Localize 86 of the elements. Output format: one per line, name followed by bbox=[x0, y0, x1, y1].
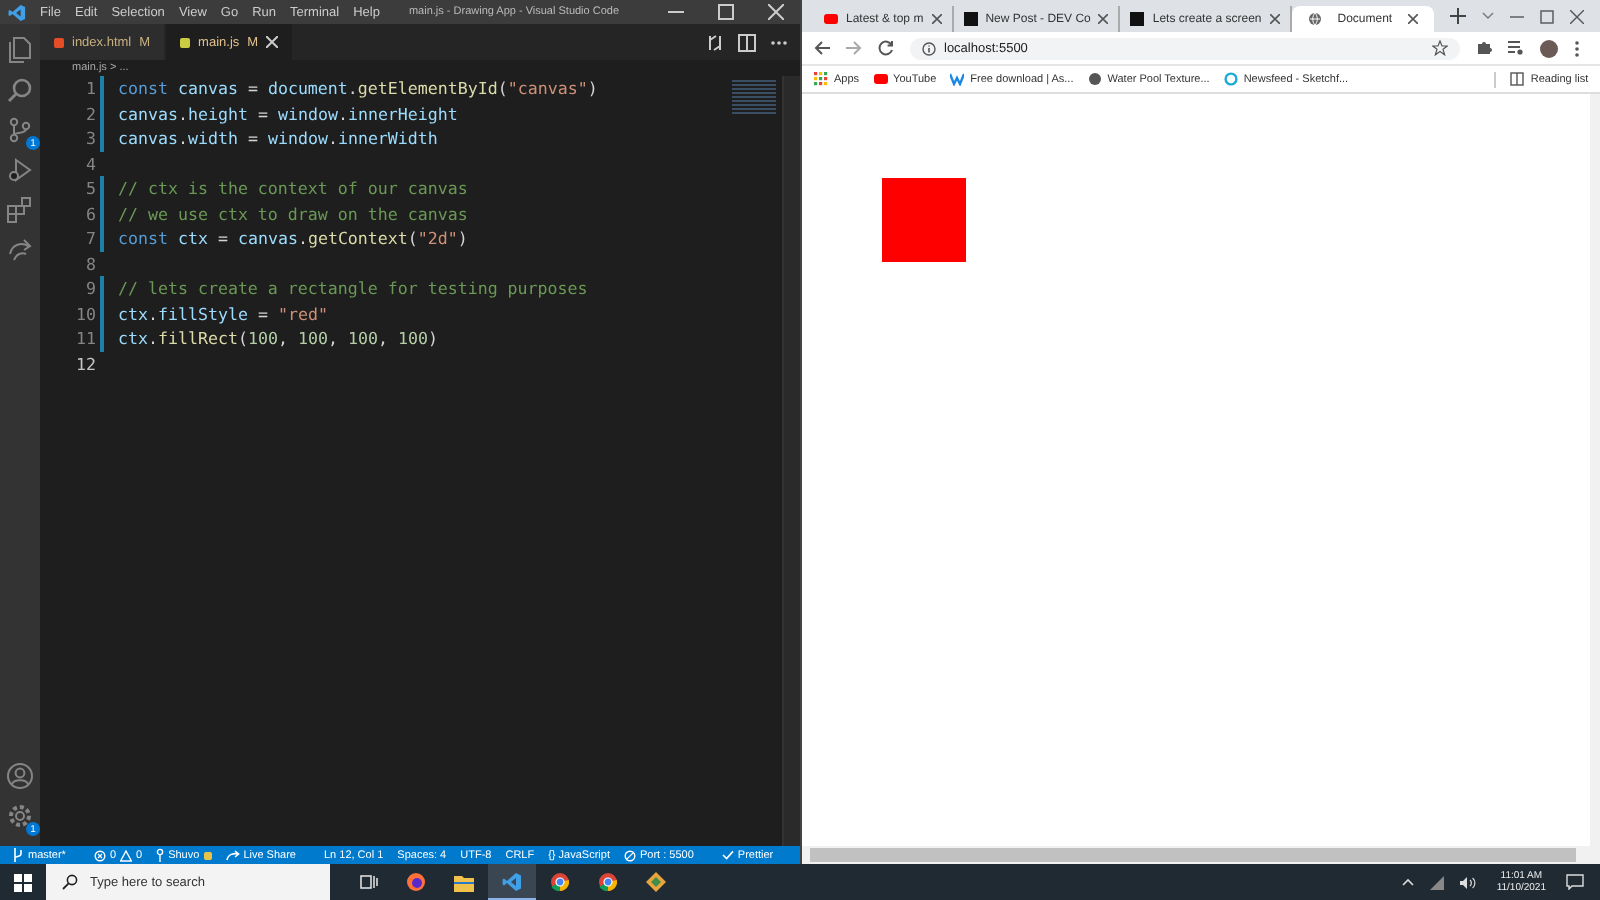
info-icon[interactable] bbox=[922, 41, 936, 55]
diamond-app-icon[interactable] bbox=[646, 872, 666, 892]
play-logo-icon bbox=[824, 14, 838, 24]
filled-square bbox=[882, 178, 966, 262]
line-number: 7 bbox=[84, 228, 96, 249]
file-type-icon bbox=[54, 37, 64, 47]
line-number: 6 bbox=[84, 203, 96, 224]
line-number: 1 bbox=[84, 78, 96, 99]
avatar[interactable] bbox=[1540, 39, 1559, 57]
volume-icon[interactable] bbox=[1460, 875, 1477, 889]
compare-icon[interactable] bbox=[706, 33, 724, 51]
line-number: 12 bbox=[74, 353, 96, 374]
code-line: // ctx is the context of our canvas bbox=[118, 178, 468, 199]
close-icon[interactable] bbox=[1408, 14, 1419, 24]
scrollbar[interactable] bbox=[802, 846, 1600, 864]
split-editor-icon[interactable] bbox=[738, 33, 756, 51]
globe-icon bbox=[1087, 72, 1102, 86]
network-icon[interactable] bbox=[1430, 875, 1445, 889]
pin-icon bbox=[156, 848, 165, 862]
settings-icon[interactable] bbox=[6, 802, 34, 830]
site-logo-icon bbox=[963, 12, 978, 26]
code-line: const canvas = document.getElementById("canvas") bbox=[118, 78, 598, 99]
search-icon[interactable] bbox=[6, 76, 34, 104]
code-line: canvas.width = window.innerWidth bbox=[118, 128, 438, 149]
caret-icon[interactable] bbox=[1402, 878, 1415, 886]
grid-icon bbox=[814, 72, 828, 86]
w-logo-icon bbox=[950, 72, 965, 86]
round-browser-icon[interactable] bbox=[550, 872, 570, 892]
reload-icon[interactable] bbox=[878, 40, 894, 56]
error-icon bbox=[93, 849, 106, 861]
close-icon[interactable] bbox=[1269, 14, 1280, 24]
close-icon[interactable] bbox=[1098, 14, 1109, 24]
task-view-icon[interactable] bbox=[360, 874, 378, 890]
fox-browser-icon[interactable] bbox=[406, 872, 426, 892]
new-tab-icon[interactable] bbox=[1450, 8, 1467, 24]
code-line: ctx.fillStyle = "red" bbox=[118, 303, 328, 324]
files-icon[interactable] bbox=[6, 36, 34, 64]
account-icon[interactable] bbox=[6, 762, 34, 790]
play-logo-icon bbox=[873, 74, 888, 84]
code-line: canvas.height = window.innerHeight bbox=[118, 103, 458, 124]
check-icon bbox=[721, 850, 734, 860]
back-icon[interactable] bbox=[814, 40, 830, 56]
more-icon[interactable] bbox=[1574, 39, 1581, 57]
windows-logo-icon[interactable] bbox=[14, 873, 32, 891]
book-icon bbox=[1510, 72, 1525, 86]
line-number: 11 bbox=[74, 328, 96, 349]
scrollbar[interactable] bbox=[1590, 94, 1600, 846]
line-number: 10 bbox=[74, 303, 96, 324]
code-editor-logo-icon bbox=[502, 871, 522, 891]
warning-icon bbox=[120, 849, 133, 861]
scrollbar[interactable] bbox=[782, 76, 800, 846]
close-icon[interactable] bbox=[1570, 9, 1585, 23]
media-queue-icon[interactable] bbox=[1508, 40, 1525, 56]
lock-icon bbox=[203, 851, 212, 859]
code-editor-logo-icon bbox=[8, 3, 26, 21]
close-icon[interactable] bbox=[931, 14, 942, 24]
code-line: // we use ctx to draw on the canvas bbox=[118, 203, 468, 224]
folder-icon[interactable] bbox=[454, 873, 474, 891]
search-icon bbox=[62, 874, 78, 890]
maximize-icon[interactable] bbox=[1540, 9, 1555, 23]
tab-search-icon[interactable] bbox=[1482, 12, 1495, 20]
source-control-icon[interactable] bbox=[6, 116, 34, 144]
line-number: 4 bbox=[84, 153, 96, 174]
notification-icon[interactable] bbox=[1566, 874, 1584, 890]
globe-icon bbox=[1307, 12, 1322, 26]
taskbar-app-button[interactable] bbox=[488, 864, 536, 900]
site-logo-icon bbox=[1130, 12, 1145, 26]
branch-icon bbox=[12, 848, 24, 862]
arrow-icon bbox=[225, 849, 240, 861]
round-browser-icon[interactable] bbox=[598, 872, 618, 892]
star-icon[interactable] bbox=[1432, 40, 1449, 56]
puzzle-piece-icon[interactable] bbox=[1476, 40, 1493, 56]
code-line: ctx.fillRect(100, 100, 100, 100) bbox=[118, 328, 438, 349]
line-number: 8 bbox=[84, 253, 96, 274]
run-debug-icon[interactable] bbox=[6, 156, 34, 184]
line-number: 2 bbox=[84, 103, 96, 124]
line-number: 9 bbox=[84, 278, 96, 299]
line-number: 5 bbox=[84, 178, 96, 199]
extensions-icon[interactable] bbox=[6, 196, 34, 224]
file-type-icon bbox=[180, 37, 191, 47]
no-entry-icon bbox=[623, 849, 636, 861]
code-line: const ctx = canvas.getContext("2d") bbox=[118, 228, 468, 249]
code-line: // lets create a rectangle for testing purposes bbox=[118, 278, 588, 299]
remote-share-icon[interactable] bbox=[6, 236, 34, 264]
line-number: 3 bbox=[84, 128, 96, 149]
ring-logo-icon bbox=[1223, 72, 1238, 86]
